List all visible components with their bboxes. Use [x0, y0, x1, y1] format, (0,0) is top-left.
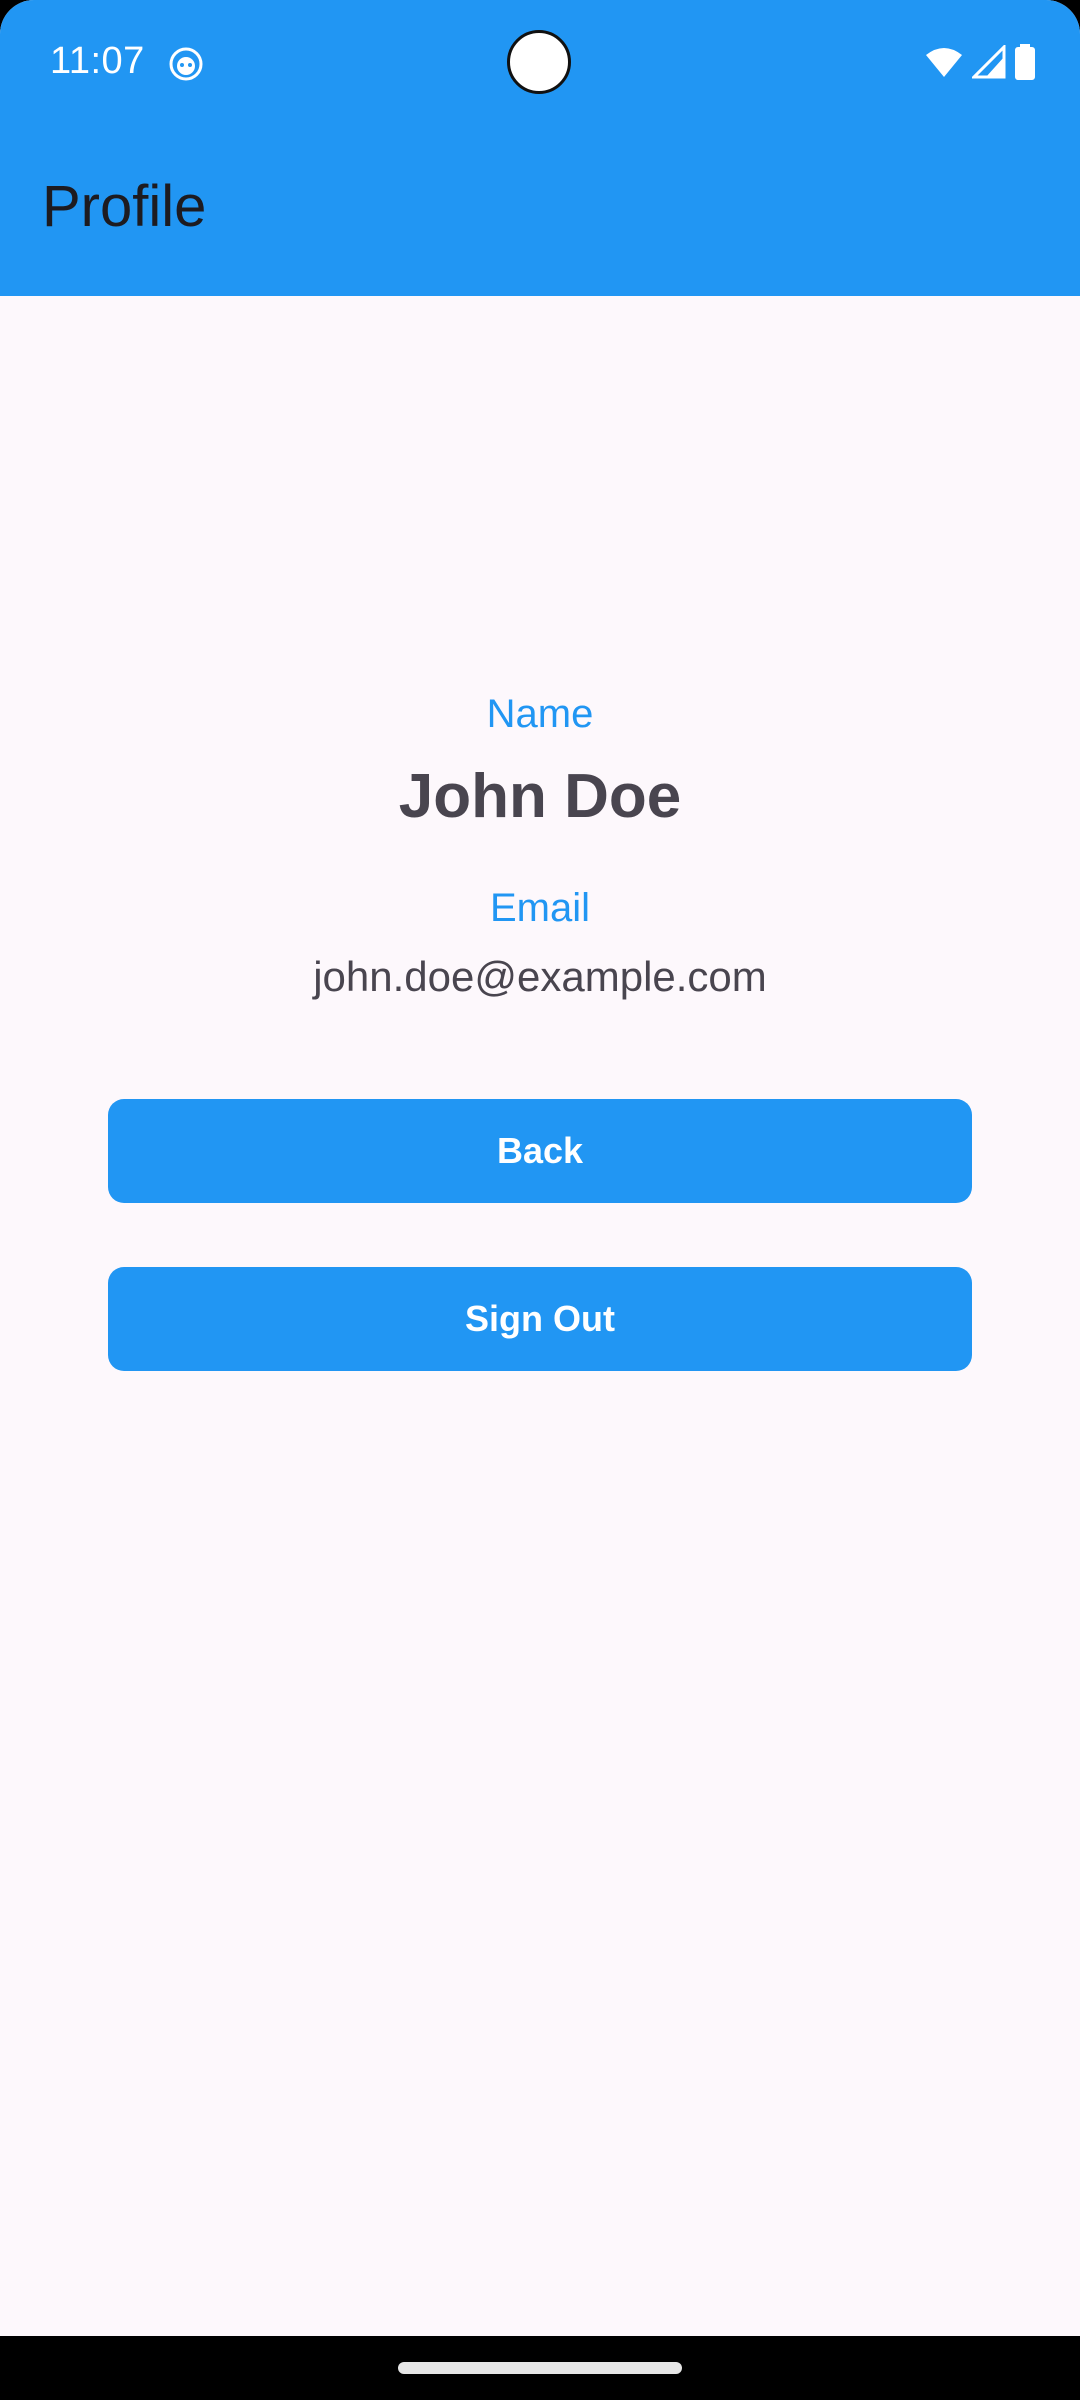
home-indicator[interactable] [398, 2362, 682, 2374]
android-debug-icon [168, 46, 204, 82]
navigation-bar [0, 2336, 1080, 2400]
battery-icon [1014, 43, 1036, 85]
name-label: Name [486, 692, 594, 736]
wifi-icon [924, 45, 964, 84]
status-bar: 11:07 [0, 0, 1080, 128]
camera-cutout [507, 30, 571, 94]
name-value: John Doe [398, 762, 682, 831]
page-title: Profile [42, 174, 207, 239]
profile-screen: 11:07 Profile Name John Doe Email john.d… [0, 0, 1080, 2400]
status-time: 11:07 [50, 40, 145, 82]
sign-out-button[interactable]: Sign Out [108, 1267, 972, 1371]
email-value: john.doe@example.com [313, 953, 767, 1000]
cell-signal-icon [970, 42, 1006, 84]
app-header: 11:07 Profile [0, 0, 1080, 296]
email-label: Email [489, 886, 591, 930]
status-icons [924, 42, 1036, 85]
back-button[interactable]: Back [108, 1099, 972, 1203]
